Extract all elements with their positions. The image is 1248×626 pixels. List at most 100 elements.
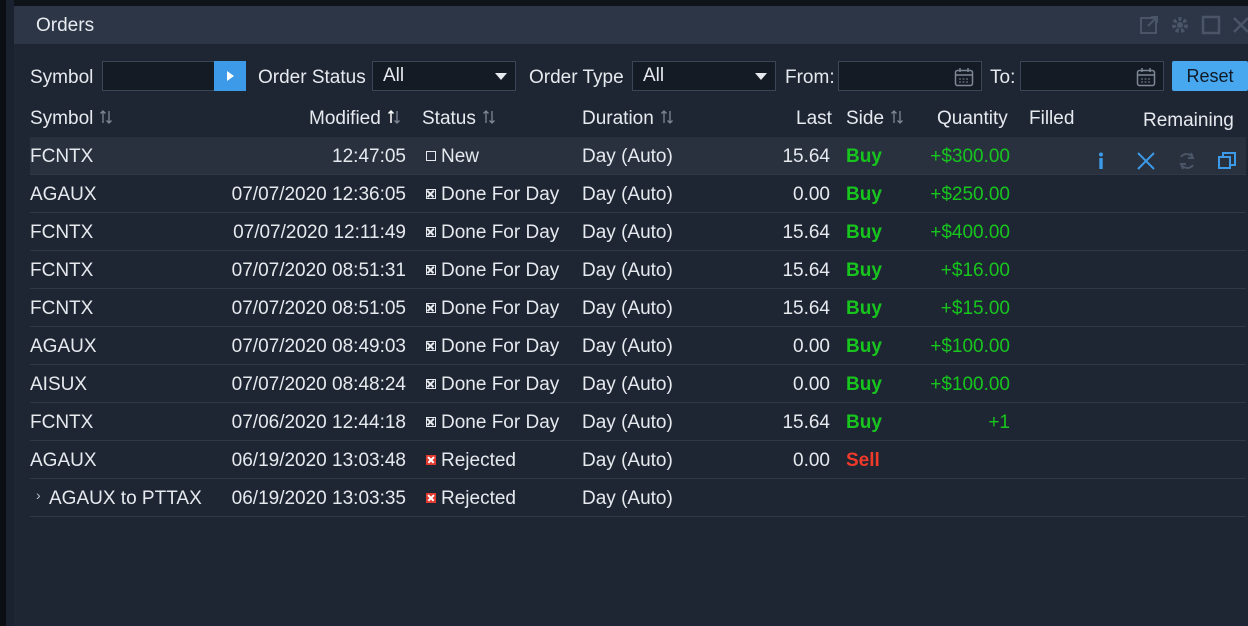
to-date-field[interactable] — [1020, 61, 1164, 91]
cell-status: Done For Day — [426, 412, 559, 434]
cell-symbol: FCNTX — [30, 260, 94, 281]
cell-duration: Day (Auto) — [582, 260, 673, 281]
column-header-quantity[interactable]: Quantity — [937, 108, 1008, 130]
cell-symbol: FCNTX — [30, 146, 94, 167]
cell-duration: Day (Auto) — [582, 488, 673, 509]
cell-side: Buy — [846, 298, 882, 319]
cell-quantity: +$15.00 — [940, 298, 1010, 319]
popout-icon[interactable] — [1138, 14, 1160, 36]
maximize-icon[interactable] — [1200, 14, 1222, 36]
column-header-side[interactable]: Side — [846, 108, 904, 132]
table-row[interactable]: FCNTX 12:47:05 New Day (Auto) 15.64 Buy +$300.… — [30, 137, 1246, 175]
column-header-status[interactable]: Status — [422, 108, 496, 132]
cell-status: Done For Day — [426, 298, 559, 320]
sort-icon[interactable] — [660, 108, 674, 132]
cell-modified: 07/07/2020 08:49:03 — [231, 336, 406, 357]
cell-side: Buy — [846, 184, 882, 205]
left-gutter — [6, 0, 14, 626]
column-label: Status — [422, 108, 476, 129]
sort-descending-icon[interactable] — [387, 108, 401, 132]
cancel-icon[interactable] — [1135, 150, 1157, 172]
calendar-icon[interactable] — [1135, 66, 1157, 88]
done-status-icon — [426, 341, 436, 351]
cell-symbol: FCNTX — [30, 298, 94, 319]
cell-last: 15.64 — [782, 412, 830, 433]
cell-quantity: +1 — [988, 412, 1010, 433]
column-header-remaining[interactable]: Remaining — [1143, 110, 1234, 132]
from-date-label: From: — [785, 67, 835, 88]
table-row[interactable]: FCNTX 07/07/2020 08:51:05 Done For Day Day … — [30, 289, 1246, 327]
column-header-modified[interactable]: Modified — [309, 108, 401, 132]
cell-status: Done For Day — [426, 336, 559, 358]
status-text: Done For Day — [441, 412, 560, 433]
table-row[interactable]: AGAUX 07/07/2020 08:49:03 Done For Day Day … — [30, 327, 1246, 365]
cell-duration: Day (Auto) — [582, 298, 673, 319]
cell-side: Buy — [846, 222, 882, 243]
cell-modified: 07/07/2020 08:48:24 — [231, 374, 406, 395]
status-text: Rejected — [441, 450, 516, 471]
cell-status: Rejected — [426, 488, 516, 510]
info-icon[interactable] — [1090, 150, 1112, 172]
order-type-select[interactable]: All — [632, 61, 776, 91]
cell-side: Buy — [846, 336, 882, 357]
table-row[interactable]: AGAUX 07/07/2020 12:36:05 Done For Day Day … — [30, 175, 1246, 213]
from-date-input[interactable] — [839, 62, 949, 90]
chevron-down-icon — [495, 73, 507, 80]
cell-modified: 12:47:05 — [332, 146, 406, 167]
order-type-value: All — [643, 65, 665, 86]
cell-last: 15.64 — [782, 146, 830, 167]
cell-quantity: +$16.00 — [940, 260, 1010, 281]
cell-last: 15.64 — [782, 222, 830, 243]
gear-icon[interactable] — [1169, 14, 1191, 36]
column-header-symbol[interactable]: Symbol — [30, 108, 113, 132]
duplicate-icon[interactable] — [1216, 150, 1238, 172]
cell-modified: 06/19/2020 13:03:35 — [231, 488, 406, 509]
cell-duration: Day (Auto) — [582, 222, 673, 243]
cell-modified: 07/06/2020 12:44:18 — [231, 412, 406, 433]
table-row[interactable]: AGAUX 06/19/2020 13:03:48 Rejected Day (Aut… — [30, 441, 1246, 479]
cell-status: Done For Day — [426, 260, 559, 282]
cell-quantity: +$100.00 — [930, 374, 1010, 395]
cell-status: Done For Day — [426, 374, 559, 396]
cell-last: 0.00 — [793, 450, 830, 471]
table-row[interactable]: FCNTX 07/06/2020 12:44:18 Done For Day Day … — [30, 403, 1246, 441]
orders-panel: Orders Symbol Order Status All Order Typ… — [14, 6, 1248, 626]
table-row[interactable]: FCNTX 07/07/2020 08:51:31 Done For Day Day … — [30, 251, 1246, 289]
cell-symbol: AISUX — [30, 374, 88, 395]
column-header-last[interactable]: Last — [796, 108, 832, 130]
column-header-filled[interactable]: Filled — [1029, 108, 1074, 130]
table-row[interactable]: › AGAUX to PTTAX 06/19/2020 13:03:35 Reject… — [30, 479, 1246, 517]
done-status-icon — [426, 417, 436, 427]
cell-symbol: AGAUX to PTTAX — [49, 488, 202, 509]
reset-button[interactable]: Reset — [1172, 61, 1248, 91]
status-text: Done For Day — [441, 184, 560, 205]
done-status-icon — [426, 265, 436, 275]
sort-icon[interactable] — [99, 108, 113, 132]
cell-quantity: +$300.00 — [930, 146, 1010, 167]
cell-quantity: +$250.00 — [930, 184, 1010, 205]
symbol-input[interactable] — [103, 62, 215, 90]
column-header-duration[interactable]: Duration — [582, 108, 674, 132]
cell-symbol: FCNTX — [30, 412, 94, 433]
cell-duration: Day (Auto) — [582, 184, 673, 205]
chevron-right-icon[interactable]: › — [36, 487, 41, 503]
status-text: Done For Day — [441, 298, 560, 319]
sort-icon[interactable] — [482, 108, 496, 132]
cell-modified: 07/07/2020 12:11:49 — [233, 222, 406, 243]
order-status-select[interactable]: All — [372, 61, 516, 91]
table-row[interactable]: AISUX 07/07/2020 08:48:24 Done For Day Day … — [30, 365, 1246, 403]
replace-icon[interactable] — [1176, 150, 1198, 172]
done-status-icon — [426, 189, 436, 199]
sort-icon[interactable] — [890, 108, 904, 132]
done-status-icon — [426, 227, 436, 237]
symbol-input-field[interactable] — [102, 61, 216, 91]
to-date-input[interactable] — [1021, 62, 1131, 90]
calendar-icon[interactable] — [953, 66, 975, 88]
from-date-field[interactable] — [838, 61, 982, 91]
close-icon[interactable] — [1230, 14, 1248, 36]
symbol-go-button[interactable] — [214, 61, 246, 91]
status-text: Done For Day — [441, 222, 560, 243]
table-row[interactable]: FCNTX 07/07/2020 12:11:49 Done For Day Day … — [30, 213, 1246, 251]
cell-symbol: AGAUX — [30, 184, 97, 205]
order-type-label: Order Type — [529, 67, 624, 88]
